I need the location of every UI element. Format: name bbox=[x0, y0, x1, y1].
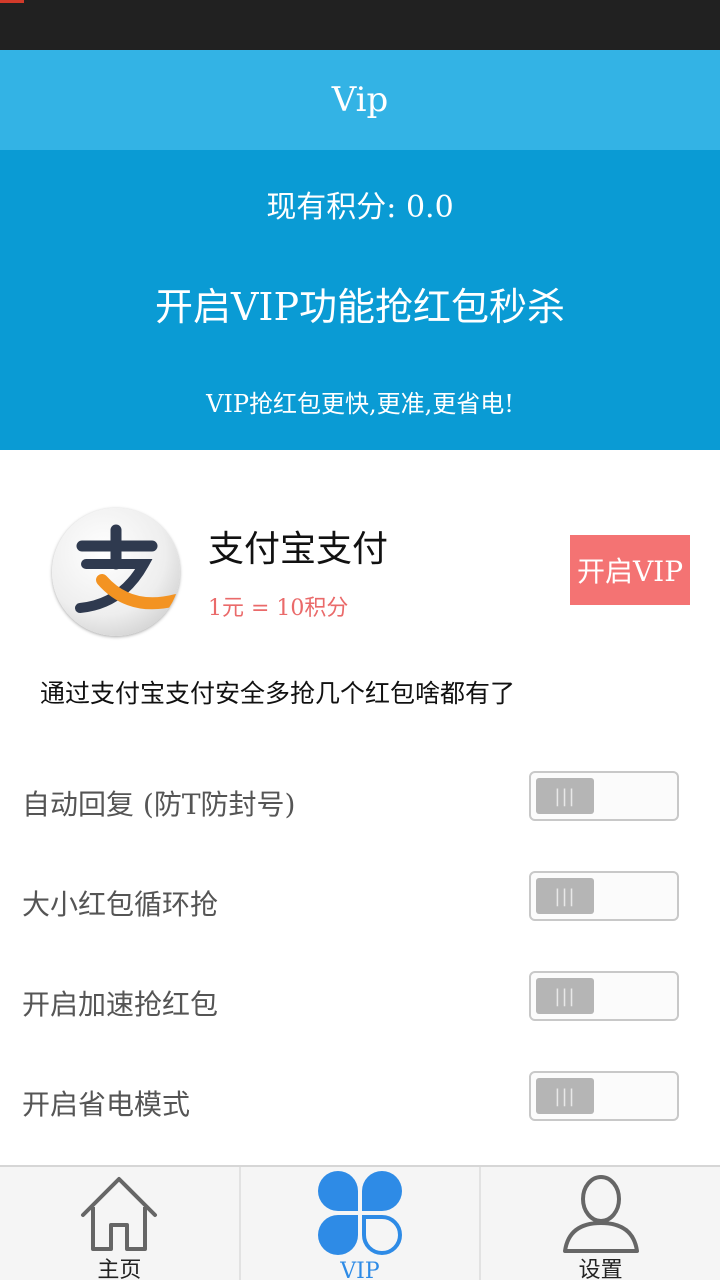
tab-settings[interactable]: 设置 bbox=[479, 1167, 720, 1280]
setting-accelerate: 开启加速抢红包 ||| bbox=[0, 971, 720, 1031]
toggle-knob: ||| bbox=[536, 1078, 594, 1114]
payment-description: 通过支付宝支付安全多抢几个红包啥都有了 bbox=[40, 679, 516, 708]
banner-tagline: VIP抢红包更快,更准,更省电! bbox=[206, 390, 514, 418]
tab-settings-label: 设置 bbox=[578, 1258, 623, 1280]
toggle-knob: ||| bbox=[536, 878, 594, 914]
setting-label: 大小红包循环抢 bbox=[22, 888, 219, 921]
alipay-logo-icon bbox=[52, 508, 180, 636]
power-save-toggle[interactable]: ||| bbox=[529, 1071, 679, 1121]
tab-home-label: 主页 bbox=[97, 1258, 142, 1280]
payment-method-title: 支付宝支付 bbox=[208, 529, 389, 570]
setting-label: 自动回复 (防T防封号) bbox=[22, 788, 296, 821]
toggle-grip: ||| bbox=[554, 985, 576, 1007]
points-balance: 现有积分: 0.0 bbox=[266, 190, 454, 225]
setting-label: 开启省电模式 bbox=[22, 1088, 191, 1121]
exchange-rate: 1元 = 10积分 bbox=[208, 596, 349, 621]
vip-banner: 现有积分: 0.0 开启VIP功能抢红包秒杀 VIP抢红包更快,更准,更省电! bbox=[0, 150, 720, 450]
notification-indicator bbox=[0, 0, 24, 3]
setting-power-save: 开启省电模式 ||| bbox=[0, 1071, 720, 1131]
toggle-grip: ||| bbox=[554, 1085, 576, 1107]
tab-vip[interactable]: VIP bbox=[238, 1167, 480, 1280]
user-icon bbox=[562, 1175, 639, 1253]
tab-home[interactable]: 主页 bbox=[0, 1167, 239, 1280]
banner-headline: 开启VIP功能抢红包秒杀 bbox=[154, 285, 566, 329]
auto-reply-toggle[interactable]: ||| bbox=[529, 771, 679, 821]
clover-icon bbox=[318, 1171, 402, 1255]
toggle-grip: ||| bbox=[554, 785, 576, 807]
page-title: Vip bbox=[331, 80, 389, 120]
toggle-grip: ||| bbox=[554, 885, 576, 907]
toggle-knob: ||| bbox=[536, 978, 594, 1014]
status-bar bbox=[0, 0, 720, 50]
setting-label: 开启加速抢红包 bbox=[22, 988, 219, 1021]
setting-loop-grab: 大小红包循环抢 ||| bbox=[0, 871, 720, 931]
accelerate-toggle[interactable]: ||| bbox=[529, 971, 679, 1021]
bottom-nav: 主页 VIP 设置 bbox=[0, 1165, 720, 1280]
open-vip-button[interactable]: 开启VIP bbox=[570, 535, 690, 605]
loop-grab-toggle[interactable]: ||| bbox=[529, 871, 679, 921]
home-icon bbox=[81, 1177, 158, 1251]
title-bar: Vip bbox=[0, 50, 720, 150]
toggle-knob: ||| bbox=[536, 778, 594, 814]
setting-auto-reply: 自动回复 (防T防封号) ||| bbox=[0, 771, 720, 831]
tab-vip-label: VIP bbox=[340, 1259, 380, 1280]
